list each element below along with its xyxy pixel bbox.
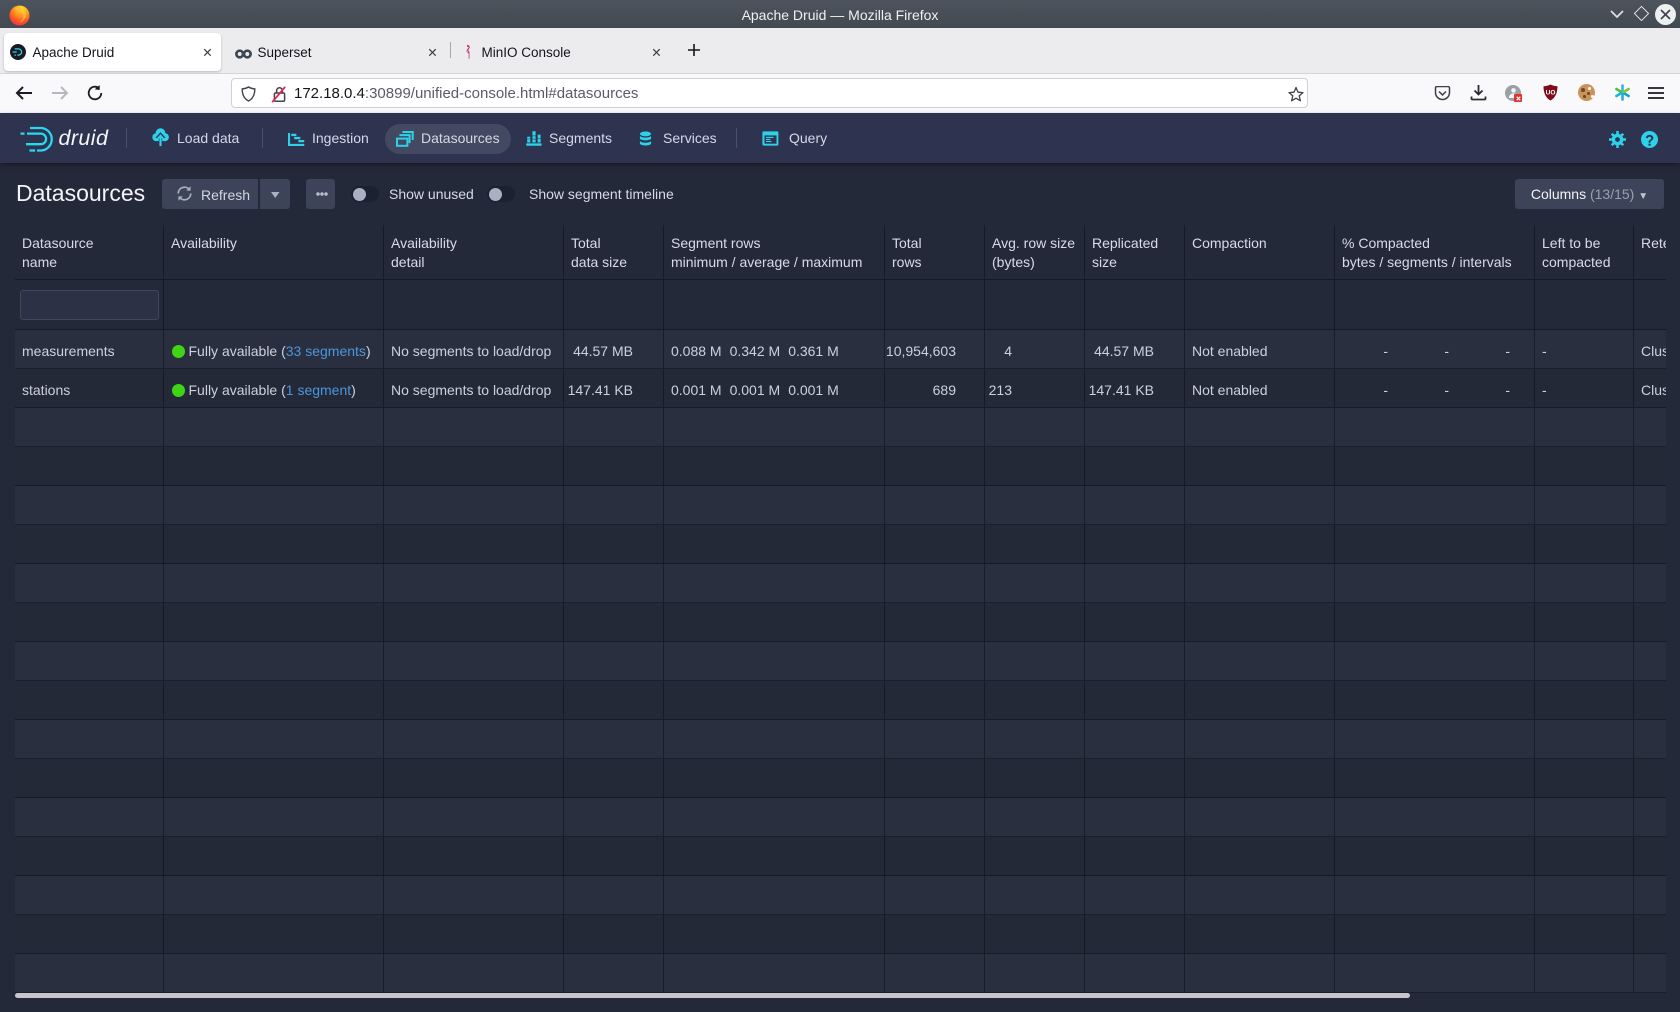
svg-text:UO: UO [1546, 90, 1556, 97]
